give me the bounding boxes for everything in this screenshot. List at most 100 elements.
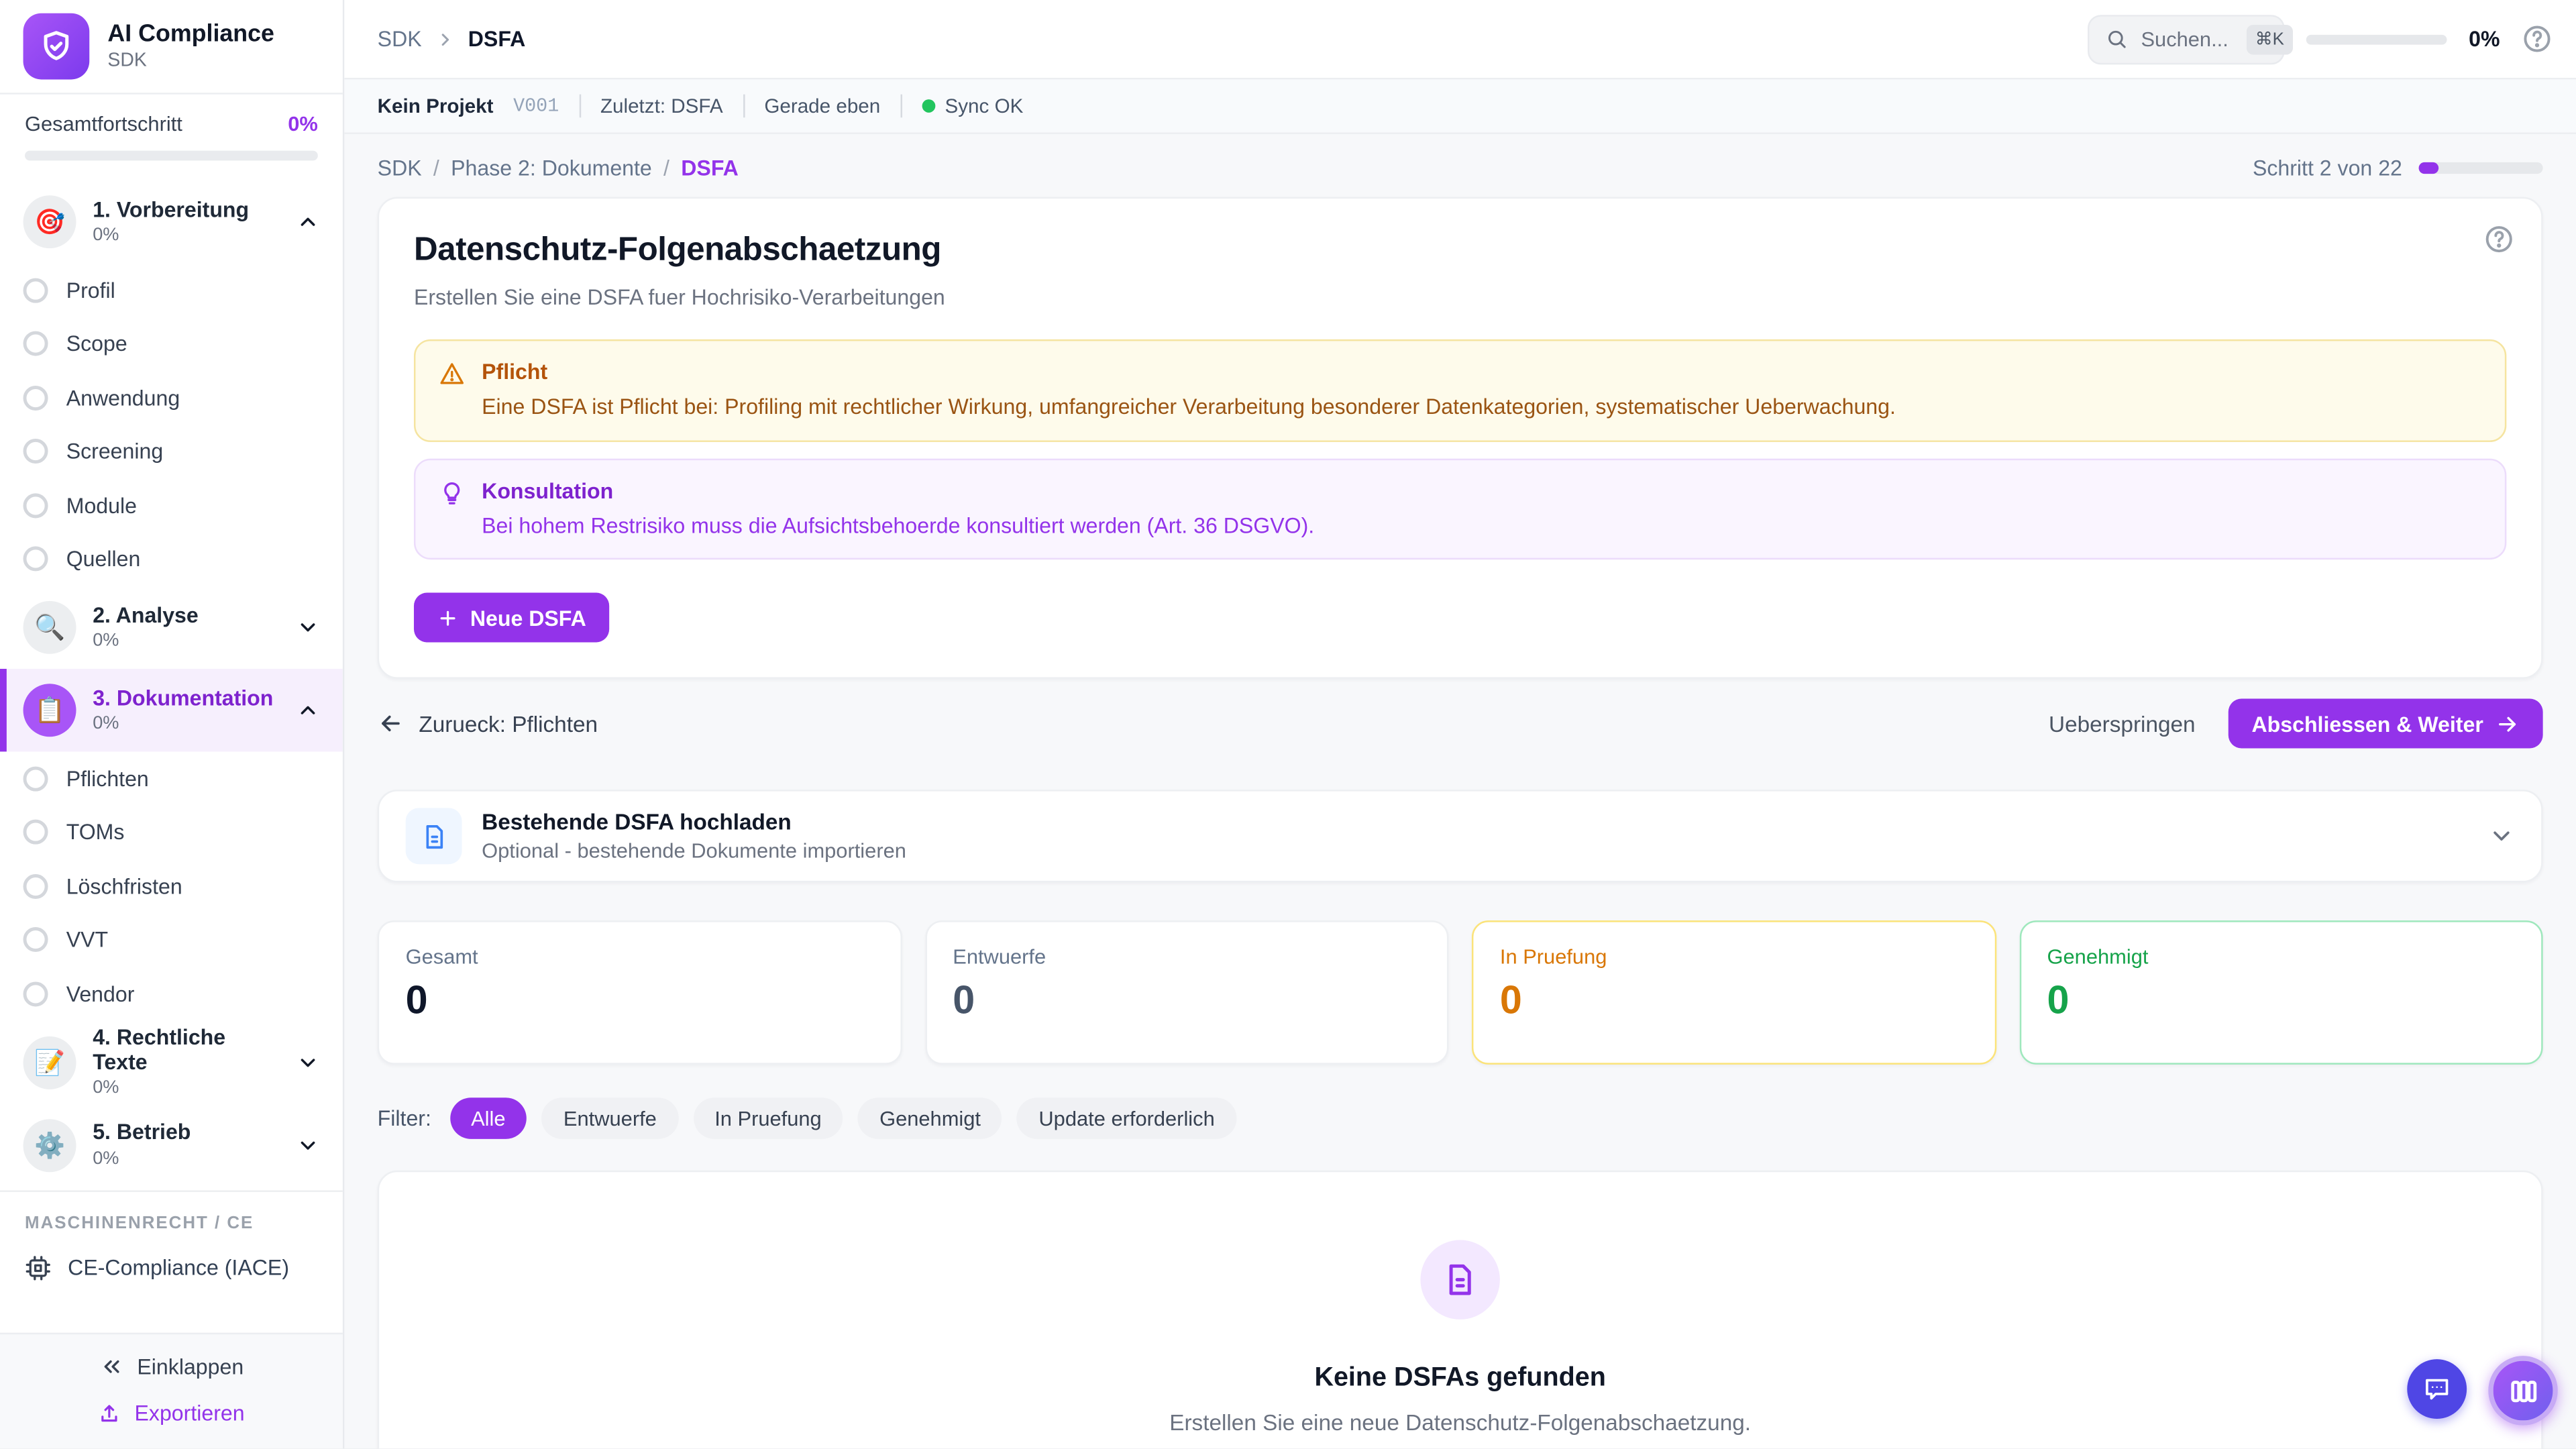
upload-title: Bestehende DSFA hochladen bbox=[482, 810, 906, 835]
sidebar-section-betrieb[interactable]: ⚙️ 5. Betrieb 0% bbox=[0, 1104, 343, 1186]
radio-circle-icon bbox=[23, 385, 48, 410]
stat-card-entwuerfe: Entwuerfe 0 bbox=[924, 920, 1448, 1065]
breadcrumb-phase[interactable]: Phase 2: Dokumente bbox=[451, 156, 652, 180]
sidebar-item-quellen[interactable]: Quellen bbox=[0, 532, 343, 586]
back-button[interactable]: Zurueck: Pflichten bbox=[378, 710, 598, 737]
radio-circle-icon bbox=[23, 873, 48, 898]
search-box[interactable]: ⌘K bbox=[2088, 14, 2285, 64]
sidebar-item-module[interactable]: Module bbox=[0, 478, 343, 532]
step-progress-fill bbox=[2419, 162, 2439, 174]
breadcrumb-parent[interactable]: SDK bbox=[378, 26, 422, 51]
chevron-up-icon bbox=[297, 698, 320, 722]
export-button[interactable]: Exportieren bbox=[98, 1401, 244, 1426]
target-icon: 🎯 bbox=[23, 195, 76, 248]
project-name: Kein Projekt bbox=[378, 95, 494, 118]
app-logo bbox=[23, 13, 90, 80]
complete-next-button[interactable]: Abschliessen & Weiter bbox=[2229, 699, 2543, 749]
chevron-down-icon bbox=[297, 616, 320, 639]
chevron-down-icon bbox=[297, 1133, 320, 1157]
divider bbox=[743, 95, 744, 118]
page-content: SDK / Phase 2: Dokumente / DSFA Schritt … bbox=[344, 134, 2576, 1448]
board-view-fab-button[interactable] bbox=[2488, 1356, 2558, 1426]
status-bar: Kein Projekt V001 Zuletzt: DSFA Gerade e… bbox=[344, 79, 2576, 133]
sidebar-section-dokumentation[interactable]: 📋 3. Dokumentation 0% bbox=[0, 669, 343, 751]
warning-triangle-icon bbox=[439, 361, 465, 387]
dsfa-hero-card: Datenschutz-Folgenabschaetzung Erstellen… bbox=[378, 197, 2543, 679]
overall-progress-bar bbox=[25, 151, 318, 161]
version-badge: V001 bbox=[513, 95, 559, 117]
lightbulb-icon bbox=[439, 480, 465, 506]
skip-button[interactable]: Ueberspringen bbox=[2049, 711, 2196, 736]
topbar-breadcrumb: SDK DSFA bbox=[378, 26, 526, 51]
upload-export-icon bbox=[98, 1401, 121, 1425]
sync-status: Sync OK bbox=[922, 95, 1023, 118]
chevron-right-icon bbox=[435, 29, 455, 49]
magnifier-icon: 🔍 bbox=[23, 601, 76, 654]
group-label-maschinenrecht: MASCHINENRECHT / CE bbox=[0, 1191, 343, 1243]
section-percent: 0% bbox=[93, 225, 280, 246]
main-area: SDK DSFA ⌘K 0% Kein Projekt V001 Zuletzt… bbox=[344, 0, 2576, 1448]
collapse-sidebar-button[interactable]: Einklappen bbox=[99, 1354, 244, 1379]
help-icon[interactable] bbox=[2483, 223, 2515, 255]
brand-texts: AI Compliance SDK bbox=[107, 21, 274, 72]
sidebar-item-ce-compliance[interactable]: CE-Compliance (IACE) bbox=[0, 1242, 343, 1300]
section-percent: 0% bbox=[93, 714, 280, 734]
breadcrumb-current: DSFA bbox=[468, 26, 526, 51]
sidebar-item-vendor[interactable]: Vendor bbox=[0, 967, 343, 1020]
app-window: AI Compliance SDK Gesamtfortschritt 0% 🎯… bbox=[0, 0, 2576, 1448]
step-indicator: Schritt 2 von 22 bbox=[2253, 156, 2543, 180]
divider bbox=[579, 95, 580, 118]
new-dsfa-button[interactable]: Neue DSFA bbox=[414, 593, 609, 643]
cpu-chip-icon bbox=[25, 1254, 51, 1280]
filter-chip-update-erforderlich[interactable]: Update erforderlich bbox=[1017, 1097, 1236, 1139]
notice-body: Eine DSFA ist Pflicht bei: Profiling mit… bbox=[482, 392, 1896, 421]
sidebar-section-analyse[interactable]: 🔍 2. Analyse 0% bbox=[0, 586, 343, 669]
filter-label: Filter: bbox=[378, 1106, 431, 1131]
filter-chip-alle[interactable]: Alle bbox=[449, 1097, 527, 1139]
sidebar-item-screening[interactable]: Screening bbox=[0, 425, 343, 478]
brand-header: AI Compliance SDK bbox=[0, 0, 343, 95]
sidebar-item-vvt[interactable]: VVT bbox=[0, 913, 343, 967]
sidebar-nav: 🎯 1. Vorbereitung 0% Profil Scope Anwend… bbox=[0, 180, 343, 1333]
sidebar-item-toms[interactable]: TOMs bbox=[0, 806, 343, 859]
sidebar-item-profil[interactable]: Profil bbox=[0, 263, 343, 317]
sidebar-section-rechtliche-texte[interactable]: 📝 4. Rechtliche Texte 0% bbox=[0, 1020, 343, 1103]
overall-progress-value: 0% bbox=[288, 113, 318, 136]
section-label: 3. Dokumentation bbox=[93, 687, 280, 710]
filter-row: Filter: Alle Entwuerfe In Pruefung Geneh… bbox=[378, 1097, 2543, 1139]
chat-bubble-icon bbox=[2422, 1374, 2451, 1403]
upload-subtitle: Optional - bestehende Dokumente importie… bbox=[482, 839, 906, 863]
step-label: Schritt 2 von 22 bbox=[2253, 156, 2402, 180]
chevron-down-icon[interactable] bbox=[2488, 823, 2514, 849]
filter-chip-in-pruefung[interactable]: In Pruefung bbox=[693, 1097, 843, 1139]
chat-fab-button[interactable] bbox=[2407, 1359, 2467, 1419]
search-input[interactable] bbox=[2141, 28, 2233, 51]
overall-progress-label: Gesamtfortschritt bbox=[25, 113, 182, 136]
radio-circle-icon bbox=[23, 278, 48, 303]
sidebar-item-scope[interactable]: Scope bbox=[0, 317, 343, 371]
sidebar-item-anwendung[interactable]: Anwendung bbox=[0, 371, 343, 425]
page-subtitle: Erstellen Sie eine DSFA fuer Hochrisiko-… bbox=[414, 284, 2506, 309]
step-progress-bar bbox=[2419, 162, 2543, 174]
sidebar-item-pflichten[interactable]: Pflichten bbox=[0, 751, 343, 805]
topbar-progress-value: 0% bbox=[2469, 26, 2500, 51]
keyboard-shortcut-badge: ⌘K bbox=[2247, 24, 2292, 54]
help-icon[interactable] bbox=[2522, 23, 2553, 55]
radio-circle-icon bbox=[23, 493, 48, 518]
overall-progress: Gesamtfortschritt 0% bbox=[0, 95, 343, 180]
notice-title: Konsultation bbox=[482, 478, 1314, 502]
sidebar-item-loeschfristen[interactable]: Löschfristen bbox=[0, 859, 343, 913]
breadcrumb-root[interactable]: SDK bbox=[378, 156, 422, 180]
empty-state-illustration bbox=[1420, 1240, 1499, 1320]
notice-title: Pflicht bbox=[482, 360, 1896, 384]
gear-icon: ⚙️ bbox=[23, 1118, 76, 1171]
filter-chip-genehmigt[interactable]: Genehmigt bbox=[858, 1097, 1002, 1139]
stat-card-genehmigt: Genehmigt 0 bbox=[2019, 920, 2543, 1065]
filter-chip-entwuerfe[interactable]: Entwuerfe bbox=[542, 1097, 678, 1139]
sidebar-section-vorbereitung[interactable]: 🎯 1. Vorbereitung 0% bbox=[0, 180, 343, 263]
upload-existing-dsfa-panel[interactable]: Bestehende DSFA hochladen Optional - bes… bbox=[378, 790, 2543, 882]
stat-card-in-pruefung: In Pruefung 0 bbox=[1472, 920, 1996, 1065]
stats-row: Gesamt 0 Entwuerfe 0 In Pruefung 0 Geneh… bbox=[378, 920, 2543, 1065]
app-title: AI Compliance bbox=[107, 21, 274, 48]
page-title: Datenschutz-Folgenabschaetzung bbox=[414, 232, 2506, 270]
